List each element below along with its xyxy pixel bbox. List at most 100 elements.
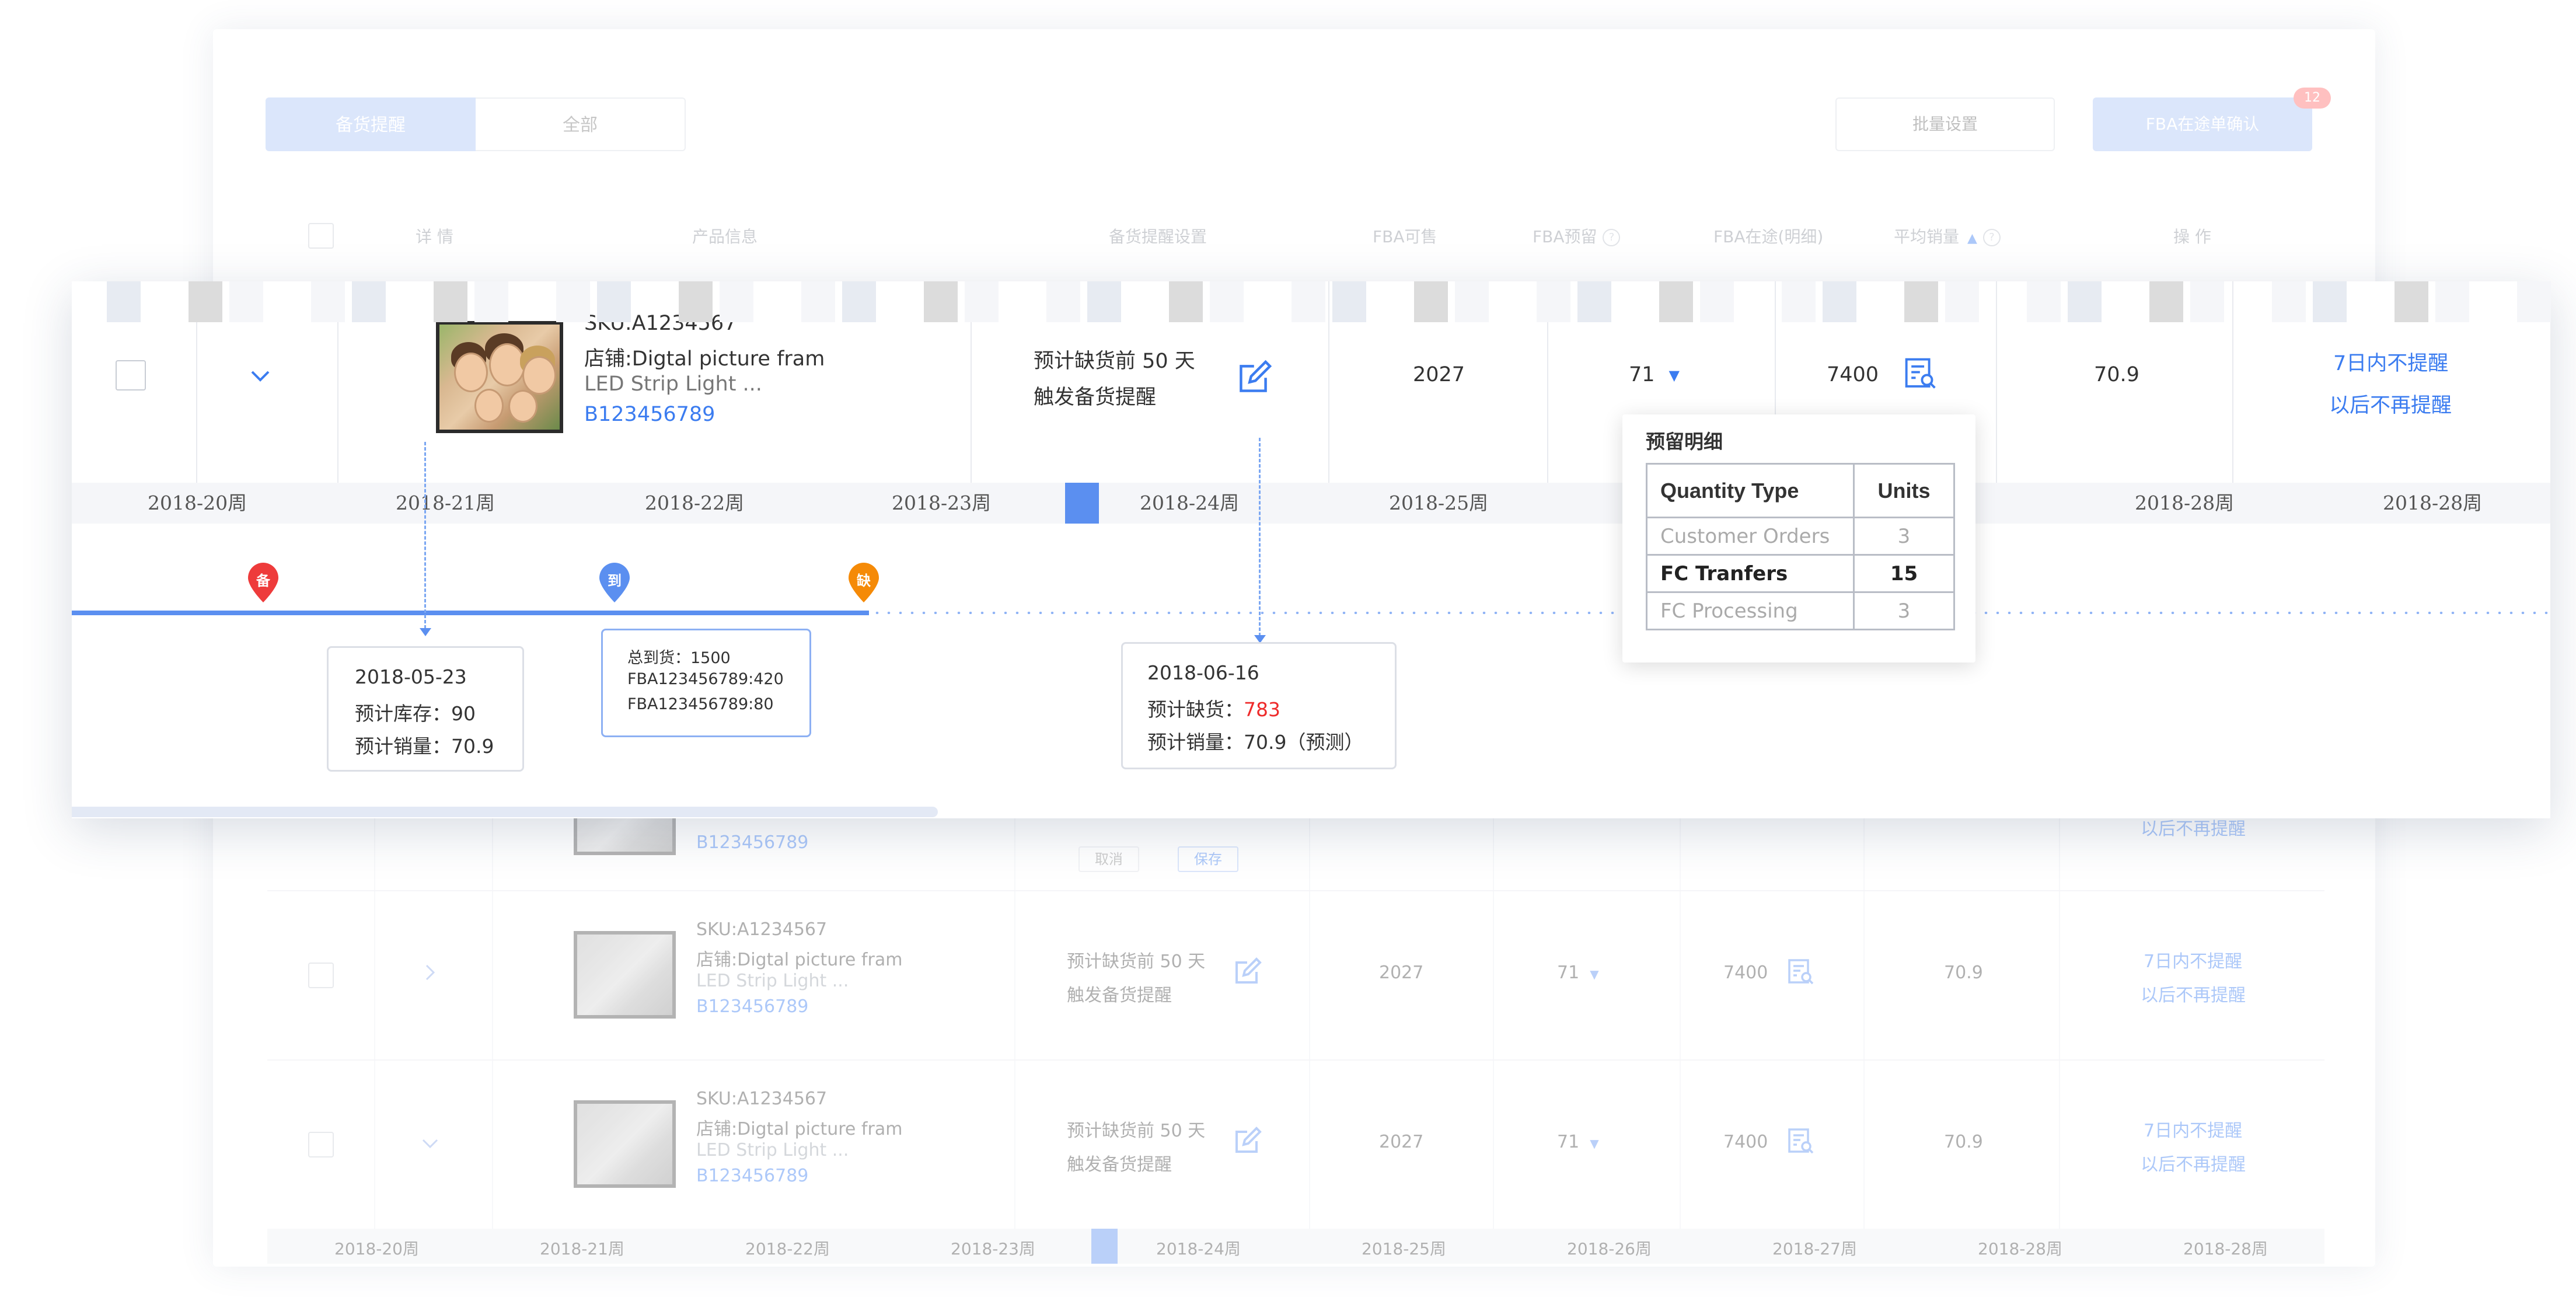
timeline-cell xyxy=(1087,281,1121,322)
timeline-cell xyxy=(965,281,999,322)
timeline-cell xyxy=(1823,281,1856,322)
timeline-cell xyxy=(1332,281,1366,322)
reminder-text: 预计缺货前 50 天 xyxy=(1067,951,1206,972)
connector-line xyxy=(424,442,426,629)
timeline-cell xyxy=(189,281,222,322)
week-label: 2018-26周 xyxy=(1567,1239,1652,1258)
mute-7days-link[interactable]: 7日内不提醒 xyxy=(2144,947,2242,972)
select-all-checkbox[interactable] xyxy=(308,223,334,249)
week-label: 2018-27周 xyxy=(1772,1239,1857,1258)
product-image xyxy=(436,321,563,433)
avg-sales-value: 70.9 xyxy=(1944,1132,1983,1152)
never-remind-link[interactable]: 以后不再提醒 xyxy=(2141,981,2246,1006)
week-label: 2018-25周 xyxy=(1362,1239,1446,1258)
caret-down-icon[interactable]: ▼ xyxy=(1590,1136,1598,1150)
timeline-cell xyxy=(556,281,590,322)
timeline-cell xyxy=(1577,281,1611,322)
row-checkbox[interactable] xyxy=(308,1132,334,1157)
timeline-cell xyxy=(434,281,467,322)
shortage-pin-label: 缺 xyxy=(857,573,871,589)
week-label: 2018-24周 xyxy=(1140,491,1240,514)
help-icon[interactable]: ? xyxy=(1603,229,1621,246)
col-quantity-type: Quantity Type xyxy=(1646,463,1855,518)
timeline-cell xyxy=(2395,281,2428,322)
timeline-cell xyxy=(1455,281,1489,322)
timeline-cell xyxy=(2517,281,2551,322)
edit-icon[interactable] xyxy=(1233,957,1262,986)
row-type: Customer Orders xyxy=(1646,517,1855,556)
week-label: 2018-28周 xyxy=(2135,491,2235,514)
timeline-cell xyxy=(1904,281,1938,322)
sort-icon[interactable]: ▲ xyxy=(1967,231,1977,246)
reminder-text: 预计缺货前 50 天 xyxy=(1034,350,1195,373)
cancel-button[interactable]: 取消 xyxy=(1078,846,1139,872)
row-type: FC Processing xyxy=(1646,591,1855,630)
mute-7days-link[interactable]: 7日内不提醒 xyxy=(2144,1116,2242,1142)
horizontal-scrollbar[interactable] xyxy=(72,807,938,817)
shipment-line: FBA123456789:80 xyxy=(627,695,774,713)
fba-reserved-value[interactable]: 71 ▼ xyxy=(1557,963,1599,983)
connector-line xyxy=(1259,438,1261,636)
week-label: 2018-24周 xyxy=(1156,1239,1241,1258)
edit-icon[interactable] xyxy=(1237,359,1273,395)
reserve-detail-table: Quantity Type Units Customer Orders 3 FC… xyxy=(1646,463,1955,630)
fba-inbound-value: 7400 xyxy=(1827,363,1879,386)
never-remind-link[interactable]: 以后不再提醒 xyxy=(2141,1150,2246,1176)
timeline-cell xyxy=(720,281,753,322)
shipment-line: FBA123456789:420 xyxy=(627,670,784,688)
fba-reserved-value[interactable]: 71 ▼ xyxy=(1629,363,1680,386)
week-label: 2018-25周 xyxy=(1389,491,1489,514)
caret-down-icon[interactable]: ▼ xyxy=(1669,367,1680,383)
avg-sales-value: 70.9 xyxy=(1944,963,1983,983)
tab-all[interactable]: 全部 xyxy=(476,97,686,151)
help-icon[interactable]: ? xyxy=(1982,229,2001,246)
inbound-detail-icon[interactable] xyxy=(1788,958,1814,985)
forecast-date: 2018-05-23 xyxy=(355,665,467,688)
asin-link[interactable]: B123456789 xyxy=(696,996,808,1017)
header-reminder: 备货提醒设置 xyxy=(1109,227,1207,246)
chevron-down-icon[interactable] xyxy=(249,364,272,388)
inbound-detail-icon[interactable] xyxy=(1788,1128,1814,1155)
product-image xyxy=(574,1100,676,1188)
fba-reserved-value[interactable]: 71 ▼ xyxy=(1557,1132,1599,1152)
current-week-marker xyxy=(1065,483,1099,524)
fba-inbound-value: 7400 xyxy=(1723,963,1768,983)
inbound-detail-icon[interactable] xyxy=(1904,357,1937,390)
asin-link[interactable]: B123456789 xyxy=(696,1166,808,1186)
timeline-cell xyxy=(2068,281,2102,322)
timeline-cell xyxy=(1700,281,1734,322)
timeline-cell xyxy=(2313,281,2347,322)
avg-sales-value: 70.9 xyxy=(2094,363,2139,386)
fba-available-value: 2027 xyxy=(1413,363,1465,386)
timeline-cell xyxy=(1210,281,1244,322)
forecast-stock: 预计库存：90 xyxy=(355,702,476,725)
header-actions: 操 作 xyxy=(2173,227,2211,246)
store-text: 店铺:Digtal picture fram xyxy=(696,1119,903,1139)
asin-link[interactable]: B123456789 xyxy=(696,832,808,853)
timeline-cell xyxy=(1169,281,1203,322)
chevron-right-icon[interactable] xyxy=(420,963,440,982)
store-text: 店铺:Digtal picture fram xyxy=(584,347,825,371)
product-image xyxy=(574,931,676,1019)
never-remind-link[interactable]: 以后不再提醒 xyxy=(2329,389,2452,419)
current-week-marker xyxy=(1091,1229,1118,1264)
week-label: 2018-28周 xyxy=(2183,1239,2268,1258)
week-label: 2018-28周 xyxy=(2383,491,2483,514)
timeline-cell xyxy=(352,281,386,322)
batch-settings-button[interactable]: 批量设置 xyxy=(1835,97,2055,151)
arrival-detail-box: 总到货：1500 FBA123456789:420 FBA123456789:8… xyxy=(601,629,811,737)
tab-stock-reminder[interactable]: 备货提醒 xyxy=(266,97,476,151)
edit-icon[interactable] xyxy=(1233,1126,1262,1155)
asin-link[interactable]: B123456789 xyxy=(584,403,715,426)
mute-7days-link[interactable]: 7日内不提醒 xyxy=(2333,347,2448,376)
sku-text: SKU:A1234567 xyxy=(696,1089,828,1109)
shortage-date: 2018-06-16 xyxy=(1147,661,1259,684)
row-checkbox[interactable] xyxy=(116,360,146,390)
chevron-down-icon[interactable] xyxy=(420,1134,440,1153)
fba-confirm-button[interactable]: FBA在途单确认 xyxy=(2093,97,2312,151)
timeline-cell xyxy=(1414,281,1448,322)
caret-down-icon[interactable]: ▼ xyxy=(1590,967,1598,981)
save-button[interactable]: 保存 xyxy=(1178,846,1238,872)
timeline-cell xyxy=(2027,281,2061,322)
row-checkbox[interactable] xyxy=(308,963,334,988)
